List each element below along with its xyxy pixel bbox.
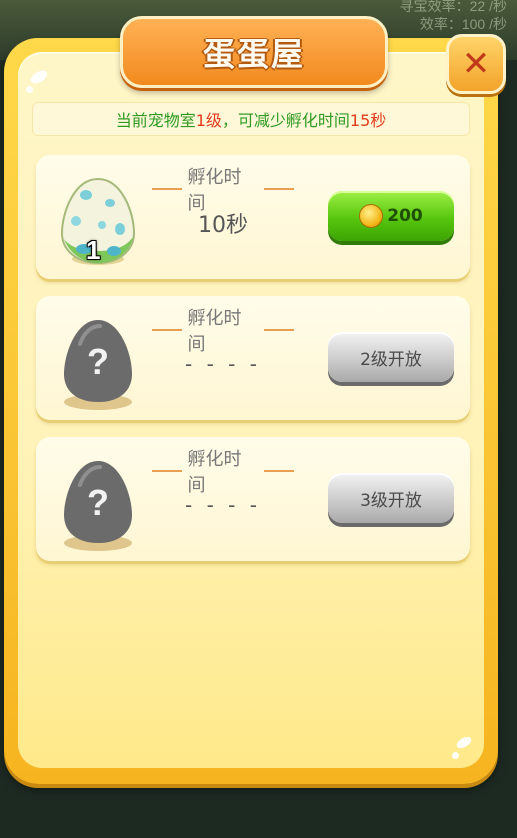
- divider-right: [264, 470, 294, 472]
- dialog-title: 蛋蛋屋: [202, 35, 305, 73]
- hatch-time-value: - - - -: [185, 352, 261, 376]
- egg-slot-3: ? 孵化时间 - - - - 3级开放: [36, 437, 470, 561]
- locked-egg-icon: ?: [56, 314, 140, 410]
- hatch-time-header: 孵化时间: [146, 167, 300, 214]
- unlock-level-3-button[interactable]: 3级开放: [328, 473, 454, 523]
- egg-slot-1: 1 孵化时间 10秒 200: [36, 155, 470, 279]
- background-stat-2: 效率：100 /秒: [419, 16, 507, 32]
- close-icon: ✕: [461, 44, 491, 84]
- divider-left: [152, 188, 182, 190]
- panel-shine-dot: [26, 86, 33, 93]
- egg-count: 1: [86, 235, 101, 265]
- hatch-time-value: 10秒: [198, 213, 248, 238]
- gold-coin-icon: [359, 204, 384, 228]
- hatch-time-header: 孵化时间: [146, 308, 300, 355]
- divider-right: [264, 188, 294, 190]
- coin-price: 200: [387, 206, 423, 226]
- title-banner: 蛋蛋屋: [120, 16, 388, 88]
- divider-right: [264, 329, 294, 331]
- divider-left: [152, 329, 182, 331]
- info-reduce-time: 15秒: [349, 111, 387, 130]
- panel-shine-dot-bottom: [452, 752, 459, 759]
- buy-coin-button[interactable]: 200: [328, 191, 454, 241]
- close-button[interactable]: ✕: [446, 34, 506, 94]
- svg-text:?: ?: [87, 482, 109, 523]
- locked-egg-icon: ?: [56, 455, 140, 551]
- info-level: 1级: [195, 111, 222, 130]
- info-prefix: 当前宠物室: [115, 111, 196, 130]
- egg-slot-2: ? 孵化时间 - - - - 2级开放: [36, 296, 470, 420]
- hatch-time-header: 孵化时间: [146, 449, 300, 496]
- info-bar: 当前宠物室 1级 ，可减少孵化时间 15秒: [32, 102, 470, 136]
- hatch-time-value: - - - -: [185, 493, 261, 517]
- svg-text:?: ?: [87, 341, 109, 382]
- unlock-level-2-button[interactable]: 2级开放: [328, 332, 454, 382]
- info-middle: ，可减少孵化时间: [221, 111, 350, 130]
- divider-left: [152, 470, 182, 472]
- hatch-time-label: 孵化时间: [187, 308, 242, 355]
- hatch-time-label: 孵化时间: [187, 449, 242, 496]
